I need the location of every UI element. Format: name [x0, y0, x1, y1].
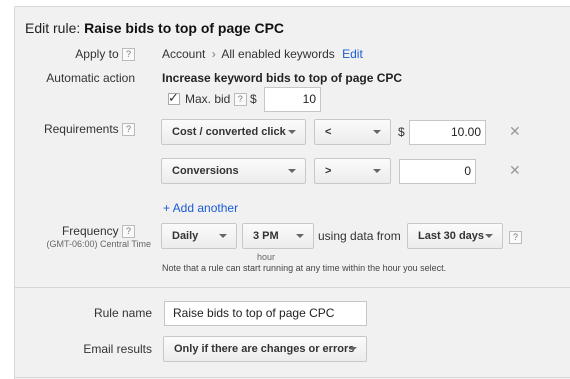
help-icon[interactable]: ? [122, 225, 135, 239]
rule-title: Raise bids to top of page CPC [84, 20, 285, 36]
apply-to-label: Apply to [75, 47, 119, 61]
edit-apply-to-link[interactable]: Edit [342, 47, 363, 61]
help-icon[interactable]: ? [122, 123, 135, 137]
frequency-label: Frequency [61, 224, 119, 238]
caret-down-icon [373, 130, 381, 134]
requirements-label: Requirements [43, 122, 119, 136]
max-bid-checkbox[interactable]: ✓ [168, 90, 180, 105]
apply-to-target: All enabled keywords [221, 47, 335, 61]
section-divider [15, 287, 570, 288]
email-results-label: Email results [83, 342, 152, 356]
page-title: Edit rule: Raise bids to top of page CPC [25, 20, 284, 36]
requirement-value-input[interactable]: 0 [399, 159, 476, 184]
automatic-action-description: Increase keyword bids to top of page CPC [162, 71, 403, 85]
time-sub-label: hour [257, 252, 276, 262]
frequency-note: Note that a rule can start running at an… [162, 263, 447, 273]
max-bid-label: Max. bid [185, 92, 231, 106]
requirement-operator-select[interactable]: < [314, 119, 391, 145]
using-data-text: using data from [318, 229, 401, 243]
email-results-value: Only if there are changes or errors [174, 343, 355, 355]
frequency-period-select[interactable]: Daily [161, 223, 237, 249]
max-bid-currency: $ [250, 92, 257, 106]
edit-rule-panel: Edit rule: Raise bids to top of page CPC… [14, 6, 570, 379]
max-bid-input[interactable]: 10 [264, 87, 321, 112]
checkmark-icon: ✓ [168, 90, 179, 105]
add-requirement-link[interactable]: + Add another [163, 201, 238, 215]
requirement-metric-value: Cost / converted click [172, 126, 286, 138]
rule-name-input[interactable]: Raise bids to top of page CPC [164, 301, 367, 326]
apply-to-scope: Account [162, 47, 206, 61]
rule-name-label: Rule name [93, 306, 152, 320]
caret-down-icon [485, 234, 493, 238]
apply-to-value: Account › All enabled keywords Edit [162, 47, 363, 61]
title-prefix: Edit rule: [25, 20, 81, 36]
apply-to-label-group: Apply to ? [15, 47, 135, 62]
caret-down-icon [296, 234, 304, 238]
max-bid-label-group: Max. bid ? $ [185, 92, 257, 107]
requirement-metric-select[interactable]: Cost / converted click [161, 119, 306, 145]
chevron-right-icon: › [211, 47, 216, 61]
date-range-value: Last 30 days [418, 230, 485, 242]
requirement-metric-value: Conversions [172, 165, 239, 177]
help-icon[interactable]: ? [122, 48, 135, 62]
requirement-operator-value: > [325, 165, 332, 177]
caret-down-icon [219, 234, 227, 238]
requirement-metric-select[interactable]: Conversions [161, 158, 306, 184]
timezone-label: (GMT-06:00) Central Time [46, 239, 151, 249]
requirement-operator-value: < [325, 126, 332, 138]
frequency-time-select[interactable]: 3 PM [242, 223, 314, 249]
caret-down-icon [349, 347, 357, 351]
remove-requirement-icon[interactable]: ✕ [509, 123, 521, 140]
requirement-operator-select[interactable]: > [314, 158, 391, 184]
requirement-currency: $ [398, 125, 405, 139]
frequency-time-value: 3 PM [253, 230, 279, 242]
frequency-period-value: Daily [172, 230, 199, 242]
remove-requirement-icon[interactable]: ✕ [509, 162, 521, 179]
date-range-select[interactable]: Last 30 days [407, 223, 503, 249]
caret-down-icon [288, 169, 296, 173]
email-results-select[interactable]: Only if there are changes or errors [163, 336, 367, 362]
help-icon[interactable]: ? [509, 231, 522, 244]
requirements-label-group: Requirements ? [15, 122, 135, 137]
help-icon[interactable]: ? [233, 93, 247, 107]
frequency-label-group: Frequency ? [15, 224, 135, 239]
caret-down-icon [373, 169, 381, 173]
caret-down-icon [288, 130, 296, 134]
requirement-value-input[interactable]: 10.00 [409, 120, 486, 145]
automatic-action-label: Automatic action [46, 71, 135, 85]
